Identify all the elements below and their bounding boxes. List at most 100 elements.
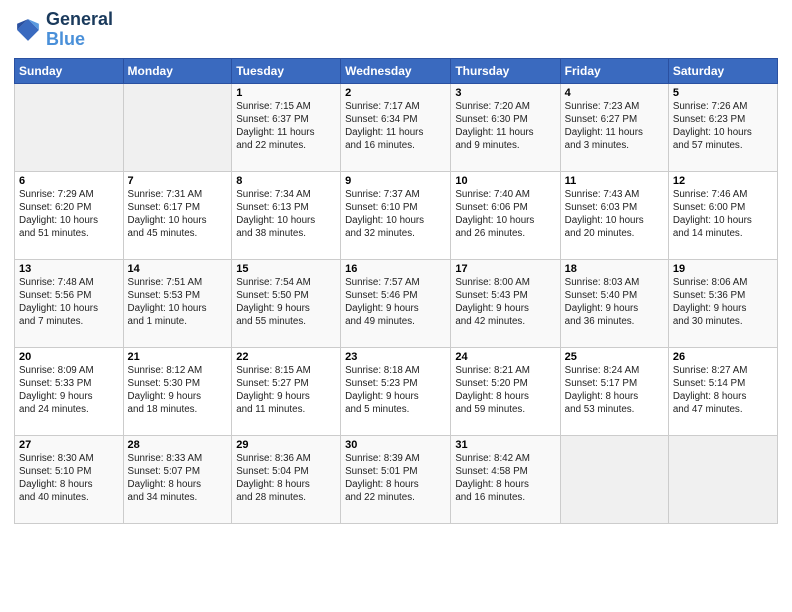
page: General Blue SundayMondayTuesdayWednesda…	[0, 0, 792, 612]
calendar-cell: 29Sunrise: 8:36 AM Sunset: 5:04 PM Dayli…	[232, 435, 341, 523]
day-info: Sunrise: 7:29 AM Sunset: 6:20 PM Dayligh…	[19, 188, 119, 241]
weekday-header: Thursday	[451, 58, 560, 83]
day-number: 9	[345, 175, 446, 187]
calendar-cell: 12Sunrise: 7:46 AM Sunset: 6:00 PM Dayli…	[668, 171, 777, 259]
day-info: Sunrise: 8:27 AM Sunset: 5:14 PM Dayligh…	[673, 364, 773, 417]
day-number: 10	[455, 175, 555, 187]
logo-text: General Blue	[46, 10, 113, 50]
calendar: SundayMondayTuesdayWednesdayThursdayFrid…	[14, 58, 778, 524]
calendar-cell: 9Sunrise: 7:37 AM Sunset: 6:10 PM Daylig…	[341, 171, 451, 259]
calendar-cell: 17Sunrise: 8:00 AM Sunset: 5:43 PM Dayli…	[451, 259, 560, 347]
day-number: 19	[673, 263, 773, 275]
weekday-header: Wednesday	[341, 58, 451, 83]
day-info: Sunrise: 8:33 AM Sunset: 5:07 PM Dayligh…	[128, 452, 228, 505]
day-number: 4	[565, 87, 664, 99]
calendar-cell: 5Sunrise: 7:26 AM Sunset: 6:23 PM Daylig…	[668, 83, 777, 171]
day-number: 13	[19, 263, 119, 275]
day-number: 27	[19, 439, 119, 451]
day-info: Sunrise: 7:31 AM Sunset: 6:17 PM Dayligh…	[128, 188, 228, 241]
calendar-cell: 27Sunrise: 8:30 AM Sunset: 5:10 PM Dayli…	[15, 435, 124, 523]
day-info: Sunrise: 7:20 AM Sunset: 6:30 PM Dayligh…	[455, 100, 555, 153]
calendar-cell: 15Sunrise: 7:54 AM Sunset: 5:50 PM Dayli…	[232, 259, 341, 347]
calendar-cell: 21Sunrise: 8:12 AM Sunset: 5:30 PM Dayli…	[123, 347, 232, 435]
weekday-header: Monday	[123, 58, 232, 83]
day-info: Sunrise: 7:23 AM Sunset: 6:27 PM Dayligh…	[565, 100, 664, 153]
day-number: 29	[236, 439, 336, 451]
day-number: 20	[19, 351, 119, 363]
day-info: Sunrise: 7:26 AM Sunset: 6:23 PM Dayligh…	[673, 100, 773, 153]
day-number: 30	[345, 439, 446, 451]
header: General Blue	[14, 10, 778, 50]
day-number: 11	[565, 175, 664, 187]
calendar-cell: 25Sunrise: 8:24 AM Sunset: 5:17 PM Dayli…	[560, 347, 668, 435]
calendar-cell: 10Sunrise: 7:40 AM Sunset: 6:06 PM Dayli…	[451, 171, 560, 259]
calendar-cell: 23Sunrise: 8:18 AM Sunset: 5:23 PM Dayli…	[341, 347, 451, 435]
calendar-cell: 20Sunrise: 8:09 AM Sunset: 5:33 PM Dayli…	[15, 347, 124, 435]
weekday-header: Friday	[560, 58, 668, 83]
day-number: 24	[455, 351, 555, 363]
day-number: 21	[128, 351, 228, 363]
calendar-cell: 7Sunrise: 7:31 AM Sunset: 6:17 PM Daylig…	[123, 171, 232, 259]
calendar-cell: 4Sunrise: 7:23 AM Sunset: 6:27 PM Daylig…	[560, 83, 668, 171]
calendar-cell	[15, 83, 124, 171]
day-info: Sunrise: 8:36 AM Sunset: 5:04 PM Dayligh…	[236, 452, 336, 505]
calendar-cell: 11Sunrise: 7:43 AM Sunset: 6:03 PM Dayli…	[560, 171, 668, 259]
day-info: Sunrise: 7:34 AM Sunset: 6:13 PM Dayligh…	[236, 188, 336, 241]
day-number: 22	[236, 351, 336, 363]
day-info: Sunrise: 7:15 AM Sunset: 6:37 PM Dayligh…	[236, 100, 336, 153]
day-number: 25	[565, 351, 664, 363]
day-info: Sunrise: 7:51 AM Sunset: 5:53 PM Dayligh…	[128, 276, 228, 329]
weekday-header: Tuesday	[232, 58, 341, 83]
day-info: Sunrise: 7:48 AM Sunset: 5:56 PM Dayligh…	[19, 276, 119, 329]
day-number: 1	[236, 87, 336, 99]
day-number: 7	[128, 175, 228, 187]
day-number: 31	[455, 439, 555, 451]
day-number: 17	[455, 263, 555, 275]
day-number: 5	[673, 87, 773, 99]
day-number: 15	[236, 263, 336, 275]
calendar-cell	[560, 435, 668, 523]
day-number: 8	[236, 175, 336, 187]
calendar-cell: 14Sunrise: 7:51 AM Sunset: 5:53 PM Dayli…	[123, 259, 232, 347]
calendar-cell: 26Sunrise: 8:27 AM Sunset: 5:14 PM Dayli…	[668, 347, 777, 435]
day-info: Sunrise: 8:39 AM Sunset: 5:01 PM Dayligh…	[345, 452, 446, 505]
weekday-header: Saturday	[668, 58, 777, 83]
calendar-cell	[123, 83, 232, 171]
day-number: 28	[128, 439, 228, 451]
calendar-cell: 18Sunrise: 8:03 AM Sunset: 5:40 PM Dayli…	[560, 259, 668, 347]
calendar-cell: 28Sunrise: 8:33 AM Sunset: 5:07 PM Dayli…	[123, 435, 232, 523]
day-number: 3	[455, 87, 555, 99]
day-info: Sunrise: 8:24 AM Sunset: 5:17 PM Dayligh…	[565, 364, 664, 417]
day-info: Sunrise: 8:00 AM Sunset: 5:43 PM Dayligh…	[455, 276, 555, 329]
day-number: 16	[345, 263, 446, 275]
day-info: Sunrise: 7:57 AM Sunset: 5:46 PM Dayligh…	[345, 276, 446, 329]
calendar-cell: 31Sunrise: 8:42 AM Sunset: 4:58 PM Dayli…	[451, 435, 560, 523]
day-info: Sunrise: 7:17 AM Sunset: 6:34 PM Dayligh…	[345, 100, 446, 153]
logo: General Blue	[14, 10, 113, 50]
weekday-header: Sunday	[15, 58, 124, 83]
calendar-cell: 2Sunrise: 7:17 AM Sunset: 6:34 PM Daylig…	[341, 83, 451, 171]
day-number: 6	[19, 175, 119, 187]
day-info: Sunrise: 8:06 AM Sunset: 5:36 PM Dayligh…	[673, 276, 773, 329]
calendar-cell	[668, 435, 777, 523]
day-info: Sunrise: 8:12 AM Sunset: 5:30 PM Dayligh…	[128, 364, 228, 417]
day-info: Sunrise: 7:37 AM Sunset: 6:10 PM Dayligh…	[345, 188, 446, 241]
logo-icon	[14, 16, 42, 44]
day-number: 14	[128, 263, 228, 275]
calendar-cell: 16Sunrise: 7:57 AM Sunset: 5:46 PM Dayli…	[341, 259, 451, 347]
calendar-cell: 13Sunrise: 7:48 AM Sunset: 5:56 PM Dayli…	[15, 259, 124, 347]
day-info: Sunrise: 7:54 AM Sunset: 5:50 PM Dayligh…	[236, 276, 336, 329]
day-info: Sunrise: 8:30 AM Sunset: 5:10 PM Dayligh…	[19, 452, 119, 505]
calendar-cell: 30Sunrise: 8:39 AM Sunset: 5:01 PM Dayli…	[341, 435, 451, 523]
day-info: Sunrise: 8:18 AM Sunset: 5:23 PM Dayligh…	[345, 364, 446, 417]
day-number: 12	[673, 175, 773, 187]
calendar-cell: 19Sunrise: 8:06 AM Sunset: 5:36 PM Dayli…	[668, 259, 777, 347]
day-info: Sunrise: 8:03 AM Sunset: 5:40 PM Dayligh…	[565, 276, 664, 329]
calendar-cell: 8Sunrise: 7:34 AM Sunset: 6:13 PM Daylig…	[232, 171, 341, 259]
day-info: Sunrise: 7:43 AM Sunset: 6:03 PM Dayligh…	[565, 188, 664, 241]
day-number: 26	[673, 351, 773, 363]
calendar-cell: 24Sunrise: 8:21 AM Sunset: 5:20 PM Dayli…	[451, 347, 560, 435]
day-info: Sunrise: 8:09 AM Sunset: 5:33 PM Dayligh…	[19, 364, 119, 417]
day-info: Sunrise: 8:21 AM Sunset: 5:20 PM Dayligh…	[455, 364, 555, 417]
calendar-cell: 22Sunrise: 8:15 AM Sunset: 5:27 PM Dayli…	[232, 347, 341, 435]
